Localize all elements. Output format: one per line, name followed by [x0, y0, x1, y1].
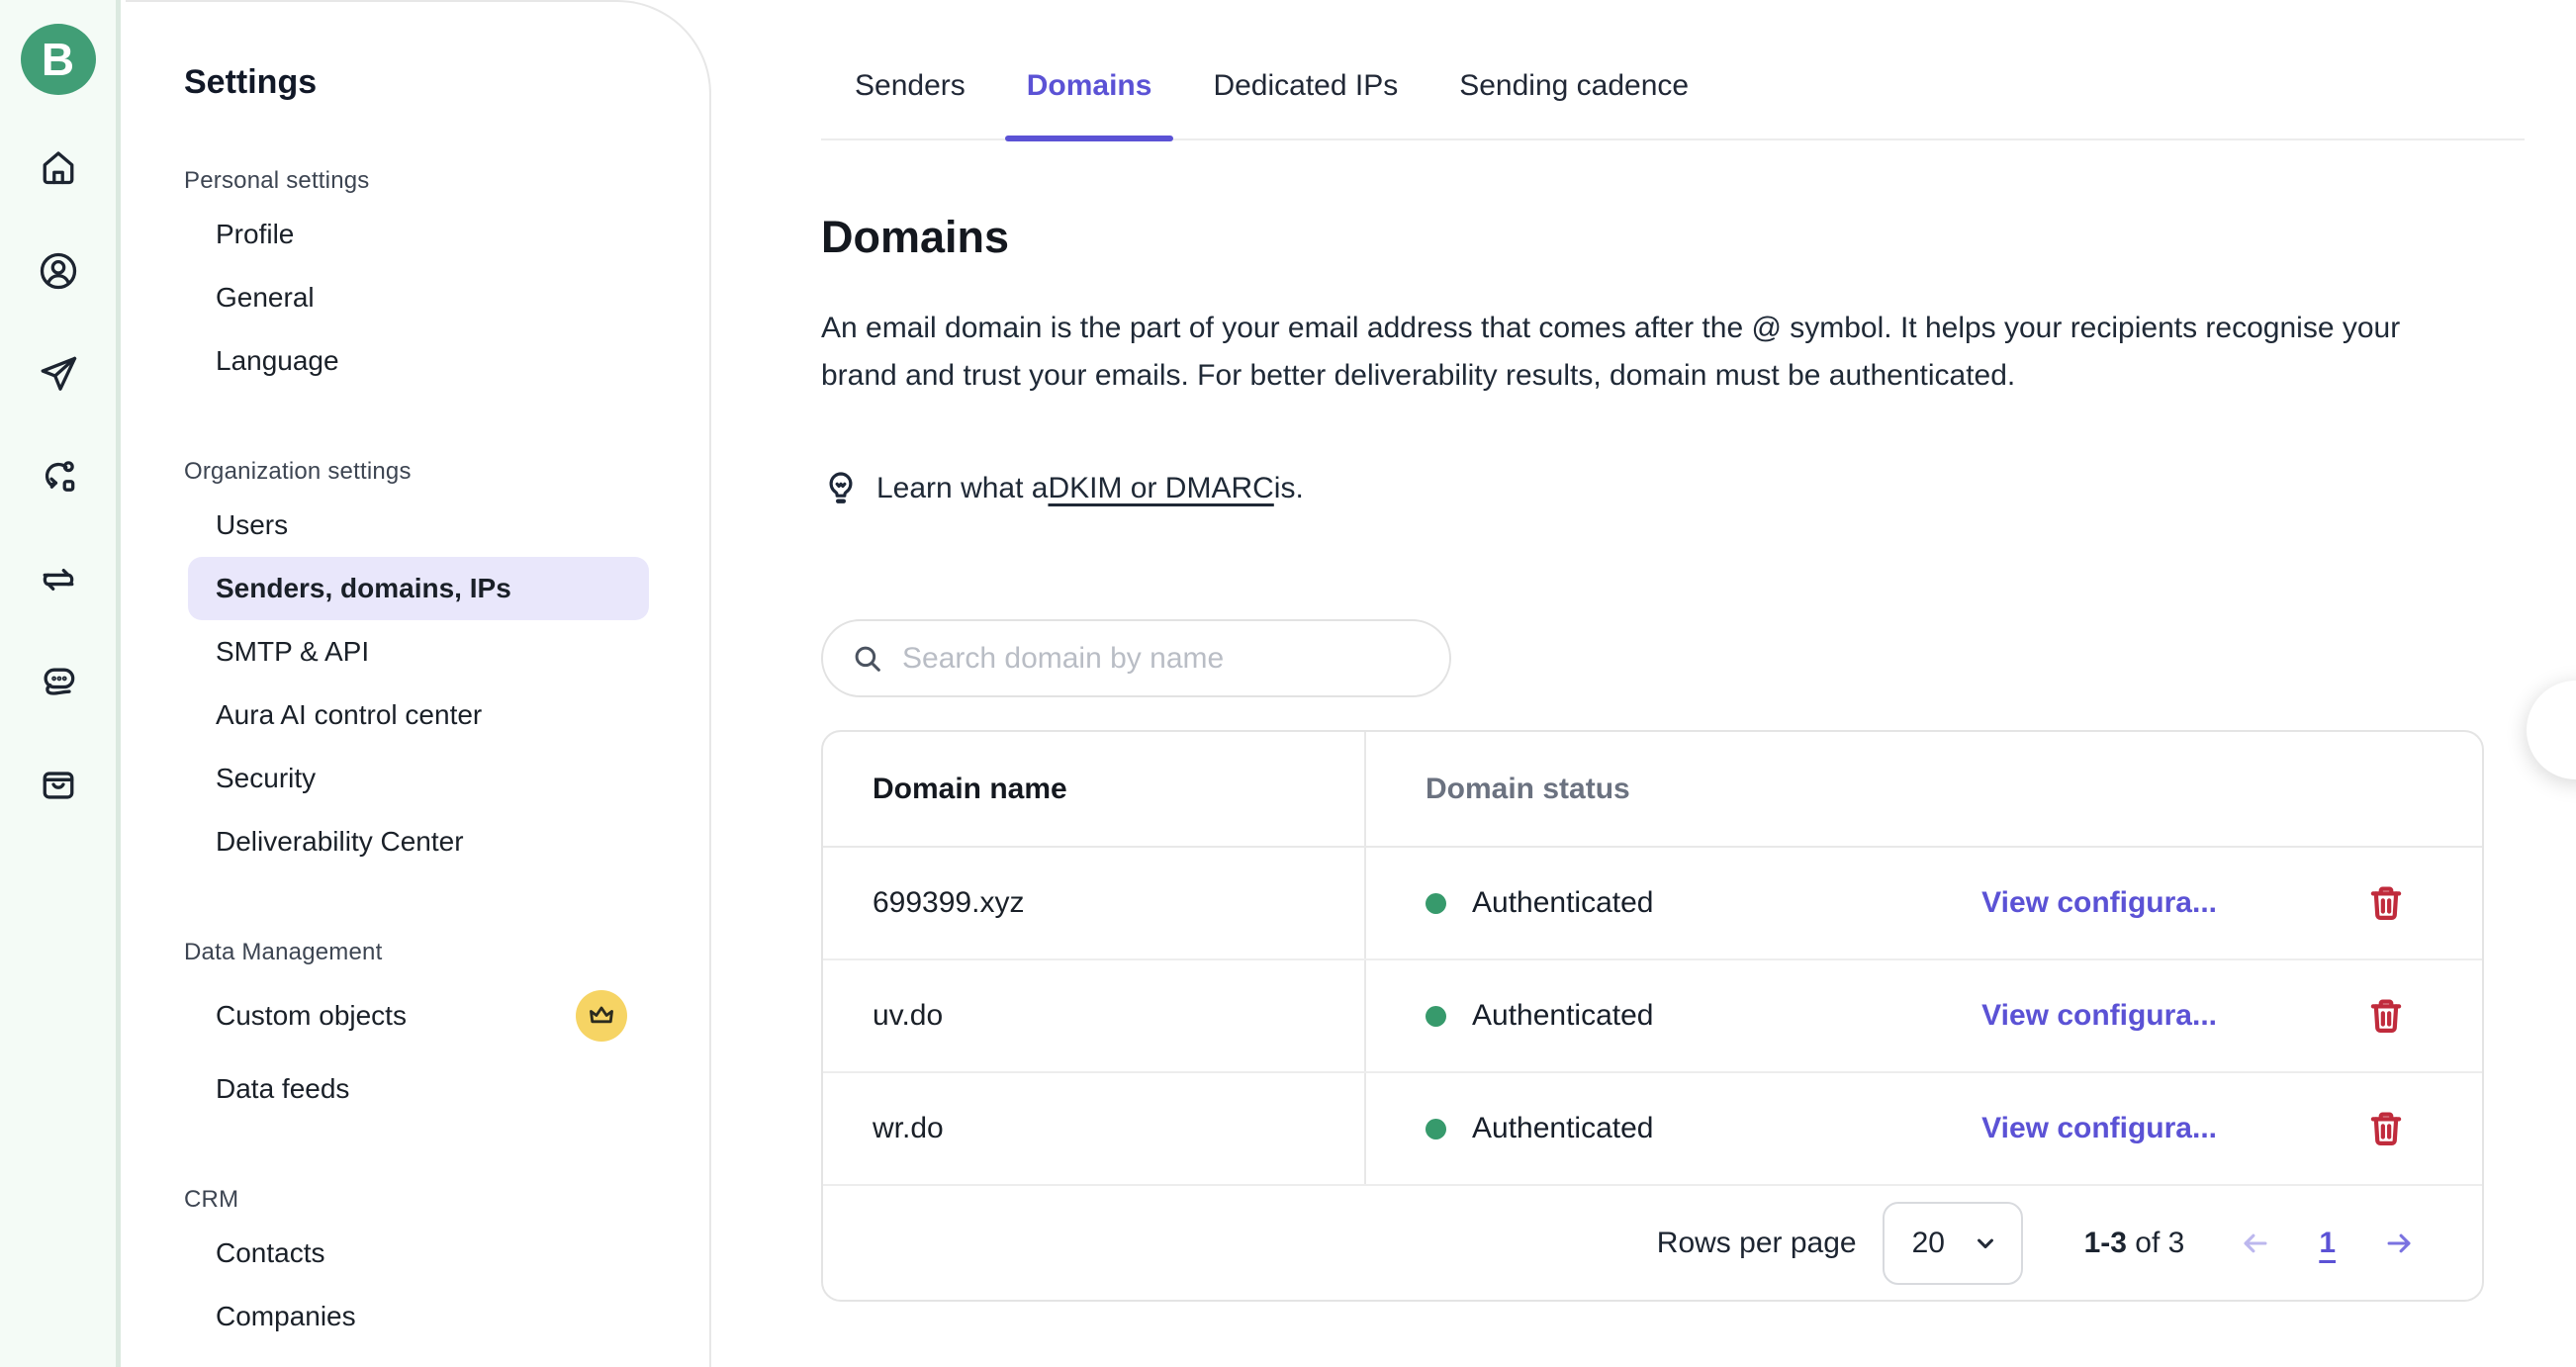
floating-widget-handle[interactable] — [2527, 681, 2576, 779]
rail-icon-list — [21, 131, 96, 851]
tab-domains[interactable]: Domains — [1005, 69, 1174, 138]
automation-icon[interactable] — [21, 439, 96, 514]
tab-sending-cadence[interactable]: Sending cadence — [1437, 69, 1710, 138]
sidebar-item-deliverability-center[interactable]: Deliverability Center — [188, 810, 649, 873]
contacts-icon[interactable] — [21, 233, 96, 309]
column-header-domain-name: Domain name — [823, 732, 1366, 846]
pagination-range: 1-3 of 3 — [2084, 1227, 2185, 1260]
sidebar-item-language[interactable]: Language — [188, 329, 649, 393]
sidebar-item-profile[interactable]: Profile — [188, 203, 649, 266]
sidebar-item-companies[interactable]: Companies — [188, 1285, 649, 1348]
status-dot-icon — [1426, 1006, 1446, 1027]
table-row: wr.do Authenticated View configura... — [823, 1073, 2482, 1186]
table-row: uv.do Authenticated View configura... — [823, 960, 2482, 1073]
page-title: Domains — [821, 212, 2525, 263]
previous-page-button[interactable] — [2234, 1222, 2277, 1265]
sidebar-item-security[interactable]: Security — [188, 747, 649, 810]
tip-text-suffix: is. — [1274, 472, 1304, 505]
trash-icon — [2365, 1108, 2407, 1149]
table-pagination-footer: Rows per page 20 1-3 of 3 — [823, 1186, 2482, 1300]
arrow-right-icon — [2382, 1227, 2416, 1260]
arrow-left-icon — [2239, 1227, 2272, 1260]
sidebar-item-aura-ai[interactable]: Aura AI control center — [188, 684, 649, 747]
section-label-crm: CRM — [184, 1186, 709, 1214]
table-row: 699399.xyz Authenticated View configura.… — [823, 848, 2482, 960]
domains-table: Domain name Domain status 699399.xyz Aut… — [821, 730, 2484, 1302]
delete-domain-button[interactable] — [2365, 995, 2407, 1037]
domain-status-cell: Authenticated — [1472, 999, 1653, 1033]
view-configuration-link[interactable]: View configura... — [1981, 999, 2217, 1033]
search-input[interactable] — [902, 642, 1422, 676]
ecommerce-icon[interactable] — [21, 748, 96, 823]
tab-bar: Senders Domains Dedicated IPs Sending ca… — [821, 0, 2525, 140]
dkim-tip-row: Learn what a DKIM or DMARC is. — [821, 469, 2525, 508]
dkim-dmarc-link[interactable]: DKIM or DMARC — [1048, 472, 1273, 505]
domain-name-cell: 699399.xyz — [873, 886, 1024, 920]
sidebar-item-smtp-api[interactable]: SMTP & API — [188, 620, 649, 684]
transactional-icon[interactable] — [21, 542, 96, 617]
section-crm-items: Contacts Companies — [184, 1222, 709, 1348]
lightbulb-icon — [821, 469, 861, 508]
domain-name-cell: wr.do — [873, 1112, 944, 1145]
next-page-button[interactable] — [2377, 1222, 2421, 1265]
page-number-1[interactable]: 1 — [2319, 1227, 2336, 1260]
trash-icon — [2365, 882, 2407, 924]
delete-domain-button[interactable] — [2365, 1108, 2407, 1149]
campaigns-icon[interactable] — [21, 336, 96, 411]
page-description: An email domain is the part of your emai… — [821, 305, 2453, 400]
sidebar-item-data-feeds[interactable]: Data feeds — [188, 1057, 649, 1121]
view-configuration-link[interactable]: View configura... — [1981, 1112, 2217, 1145]
search-icon — [851, 642, 884, 676]
section-label-organization: Organization settings — [184, 458, 709, 486]
chevron-down-icon — [1972, 1230, 1999, 1257]
domain-name-cell: uv.do — [873, 999, 943, 1033]
section-label-personal: Personal settings — [184, 167, 709, 195]
conversations-icon[interactable] — [21, 645, 96, 720]
brevo-logo[interactable]: B — [21, 24, 96, 95]
section-personal-items: Profile General Language — [184, 203, 709, 393]
sidebar-item-senders-domains-ips[interactable]: Senders, domains, IPs — [188, 557, 649, 620]
tab-dedicated-ips[interactable]: Dedicated IPs — [1191, 69, 1420, 138]
status-dot-icon — [1426, 893, 1446, 914]
rows-per-page-value: 20 — [1912, 1227, 1945, 1260]
sidebar-item-general[interactable]: General — [188, 266, 649, 329]
delete-domain-button[interactable] — [2365, 882, 2407, 924]
trash-icon — [2365, 995, 2407, 1037]
section-label-data-management: Data Management — [184, 939, 709, 966]
app-icon-rail: B — [0, 0, 121, 1367]
tab-senders[interactable]: Senders — [833, 69, 987, 138]
status-dot-icon — [1426, 1119, 1446, 1139]
sidebar-item-custom-objects[interactable]: Custom objects — [188, 974, 649, 1057]
sidebar-item-users[interactable]: Users — [188, 494, 649, 557]
pager: 1 — [2234, 1222, 2421, 1265]
rows-per-page-label: Rows per page — [1657, 1227, 1857, 1260]
main-content: Senders Domains Dedicated IPs Sending ca… — [821, 0, 2525, 1302]
brevo-logo-letter: B — [42, 33, 74, 86]
domain-status-cell: Authenticated — [1472, 886, 1653, 920]
view-configuration-link[interactable]: View configura... — [1981, 886, 2217, 920]
rows-per-page-select[interactable]: 20 — [1883, 1202, 2023, 1285]
brevo-settings-app: B — [0, 0, 2576, 1367]
domain-status-cell: Authenticated — [1472, 1112, 1653, 1145]
crown-badge-icon — [576, 990, 627, 1042]
sidebar-item-contacts[interactable]: Contacts — [188, 1222, 649, 1285]
section-data-management-items: Custom objects Data feeds — [184, 974, 709, 1121]
domain-search — [821, 619, 1451, 697]
section-organization-items: Users Senders, domains, IPs SMTP & API A… — [184, 494, 709, 873]
home-icon[interactable] — [21, 131, 96, 206]
table-header-row: Domain name Domain status — [823, 732, 2482, 848]
settings-sidebar: Settings Personal settings Profile Gener… — [126, 0, 711, 1367]
sidebar-title: Settings — [184, 63, 709, 102]
tip-text-prefix: Learn what a — [876, 472, 1048, 505]
column-header-domain-status: Domain status — [1366, 732, 2482, 846]
